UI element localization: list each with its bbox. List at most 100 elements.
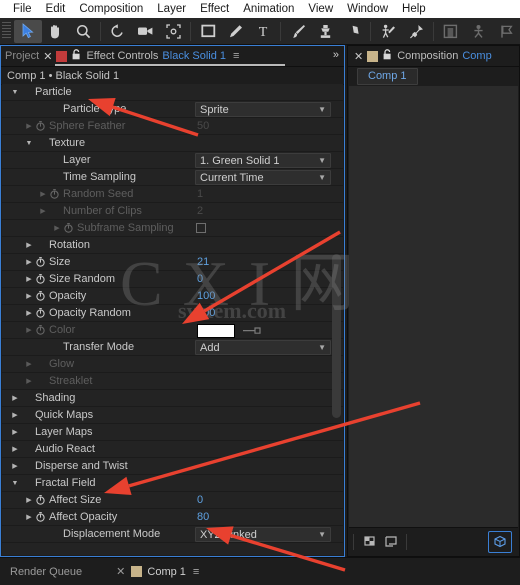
row-size-value[interactable]: 21 [197,254,209,271]
tab-composition[interactable]: Composition Comp [363,46,495,66]
row-particle[interactable]: ▼ Particle [2,84,343,101]
stopwatch-icon[interactable] [34,291,46,301]
row-texture[interactable]: ▼ Texture [2,135,343,152]
lock-icon[interactable] [383,49,392,63]
pan-behind-tool[interactable] [159,20,187,43]
menu-item-edit[interactable]: Edit [39,0,73,18]
tab-overflow-icon[interactable]: » [333,49,339,61]
workspace-animation-button[interactable] [465,20,493,43]
row-fractal-field[interactable]: ▼ Fractal Field [2,475,343,492]
row-quick-maps[interactable]: ▶ Quick Maps [2,407,343,424]
row-random-seed[interactable]: ▶ Random Seed 1 [2,186,343,203]
puppet-pin-tool[interactable] [402,20,430,43]
row-shading[interactable]: ▶ Shading [2,390,343,407]
menu-item-layer[interactable]: Layer [150,0,193,18]
type-tool[interactable]: T [250,20,278,43]
row-glow[interactable]: ▶ Glow [2,356,343,373]
stopwatch-icon[interactable] [48,189,60,199]
row-random-seed-value[interactable]: 1 [197,186,203,203]
row-color[interactable]: ▶ Color [2,322,343,339]
zoom-tool[interactable] [69,20,97,43]
tab-effect-controls[interactable]: Effect Controls Black Solid 1 ≡ [52,46,243,66]
disclosure-triangle-right-icon[interactable]: ▶ [24,292,34,300]
row-size-random[interactable]: ▶ Size Random 0 [2,271,343,288]
row-opacity[interactable]: ▶ Opacity 100 [2,288,343,305]
hand-tool[interactable] [42,20,70,43]
disclosure-triangle-right-icon[interactable]: ▶ [38,190,48,198]
disclosure-triangle-right-icon[interactable]: ▶ [24,377,34,385]
row-time-sampling[interactable]: ▶ Time Sampling Current Time ▼ [2,169,343,186]
3d-view-button[interactable] [488,530,512,553]
disclosure-triangle-right-icon[interactable]: ▶ [24,513,34,521]
row-opacity-random[interactable]: ▶ Opacity Random 100 [2,305,343,322]
panel-menu-icon[interactable]: ≡ [233,50,239,62]
stopwatch-icon[interactable] [34,308,46,318]
row-affect-opacity[interactable]: ▶ Affect Opacity 80 [2,509,343,526]
menu-item-view[interactable]: View [301,0,340,18]
comp-1-subtab[interactable]: Comp 1 [357,67,418,85]
row-number-of-clips[interactable]: ▶ Number of Clips 2 [2,203,343,220]
row-displacement-mode[interactable]: ▶ Displacement Mode XYZ Linked ▼ [2,526,343,543]
workspace-standard-button[interactable] [437,20,465,43]
row-rotation[interactable]: ▶ Rotation [2,237,343,254]
disclosure-triangle-right-icon[interactable]: ▶ [24,275,34,283]
bottom-panel-menu-icon[interactable]: ≡ [193,566,199,578]
stopwatch-icon[interactable] [34,512,46,522]
eraser-tool[interactable] [340,20,368,43]
disclosure-triangle-right-icon[interactable]: ▶ [10,445,20,453]
disclosure-triangle-down-icon[interactable]: ▼ [10,89,20,96]
disclosure-triangle-right-icon[interactable]: ▶ [24,122,34,130]
tab-render-queue[interactable]: Render Queue [10,566,82,578]
row-sphere-feather[interactable]: ▶ Sphere Feather 50 [2,118,343,135]
row-audio-react[interactable]: ▶ Audio React [2,441,343,458]
eyedropper-icon[interactable] [242,326,264,338]
region-of-interest-button[interactable] [380,532,402,552]
stopwatch-icon[interactable] [34,274,46,284]
row-particle-type[interactable]: ▶ Particle Type Sprite ▼ [2,101,343,118]
rotation-tool[interactable] [104,20,132,43]
row-opacity-value[interactable]: 100 [197,288,215,305]
row-transfer-mode-dropdown[interactable]: Add ▼ [195,340,331,355]
disclosure-triangle-right-icon[interactable]: ▶ [24,360,34,368]
close-render-queue-tab-icon[interactable]: ✕ [116,565,125,578]
disclosure-triangle-right-icon[interactable]: ▶ [10,394,20,402]
close-project-tab-icon[interactable]: ✕ [43,50,52,63]
stopwatch-icon[interactable] [62,223,74,233]
tab-project[interactable]: Project [1,46,43,66]
property-list[interactable]: ▼Particle▶Particle TypeSprite▼▶Sphere Fe… [2,84,343,555]
vertical-scrollbar[interactable] [332,254,341,418]
selection-tool[interactable] [13,19,42,43]
row-displacement-mode-dropdown[interactable]: XYZ Linked ▼ [195,527,331,542]
roto-brush-tool[interactable] [374,20,402,43]
row-time-sampling-dropdown[interactable]: Current Time ▼ [195,170,331,185]
stopwatch-icon[interactable] [34,495,46,505]
row-color-swatch[interactable] [197,324,235,338]
row-opacity-random-value[interactable]: 100 [197,305,215,322]
row-affect-size-value[interactable]: 0 [197,492,203,509]
row-layer-dropdown[interactable]: 1. Green Solid 1 ▼ [195,153,331,168]
camera-tool[interactable] [132,20,160,43]
row-affect-size[interactable]: ▶ Affect Size 0 [2,492,343,509]
menu-item-file[interactable]: File [6,0,39,18]
row-affect-opacity-value[interactable]: 80 [197,509,209,526]
disclosure-triangle-right-icon[interactable]: ▶ [10,411,20,419]
menu-item-composition[interactable]: Composition [72,0,150,18]
stopwatch-icon[interactable] [34,325,46,335]
disclosure-triangle-right-icon[interactable]: ▶ [10,428,20,436]
toolbar-grip[interactable] [2,22,11,40]
disclosure-triangle-right-icon[interactable]: ▶ [10,462,20,470]
row-layer[interactable]: ▶ Layer 1. Green Solid 1 ▼ [2,152,343,169]
stopwatch-icon[interactable] [34,257,46,267]
menu-item-effect[interactable]: Effect [193,0,236,18]
row-streaklet[interactable]: ▶ Streaklet [2,373,343,390]
disclosure-triangle-right-icon[interactable]: ▶ [38,207,48,215]
brush-tool[interactable] [284,20,312,43]
disclosure-triangle-right-icon[interactable]: ▶ [24,241,34,249]
menu-item-help[interactable]: Help [395,0,433,18]
shape-tool[interactable] [194,20,222,43]
row-layer-maps[interactable]: ▶ Layer Maps [2,424,343,441]
row-subframe-sampling[interactable]: ▶ Subframe Sampling [2,220,343,237]
tab-comp-1[interactable]: Comp 1 [147,566,186,578]
disclosure-triangle-right-icon[interactable]: ▶ [24,309,34,317]
menu-item-window[interactable]: Window [340,0,395,18]
